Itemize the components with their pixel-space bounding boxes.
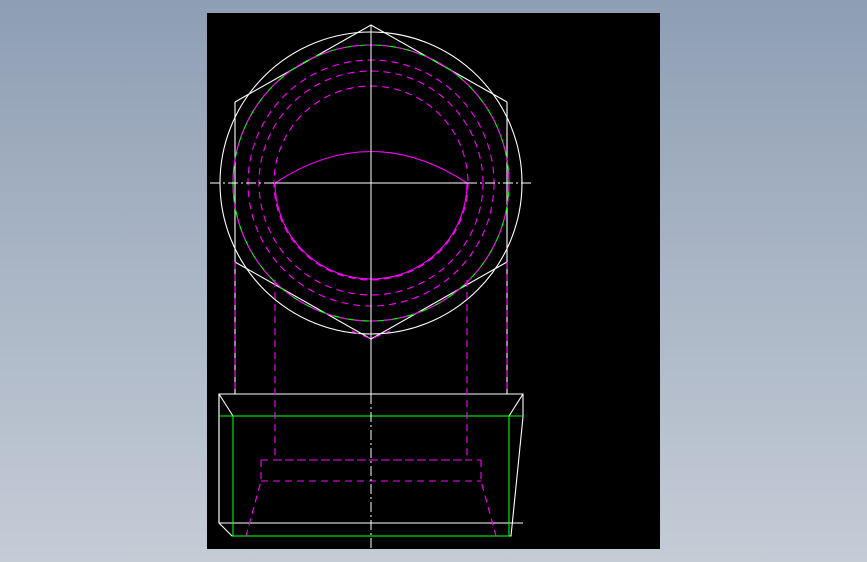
cad-drawing	[210, 24, 532, 549]
chamfer-right-top	[508, 393, 524, 417]
cad-window: { "viewport": { "background": "#000000" …	[0, 0, 867, 562]
thread-left-hidden	[245, 460, 262, 537]
thread-right-hidden	[480, 460, 497, 537]
chamfer-left-top	[218, 393, 234, 417]
